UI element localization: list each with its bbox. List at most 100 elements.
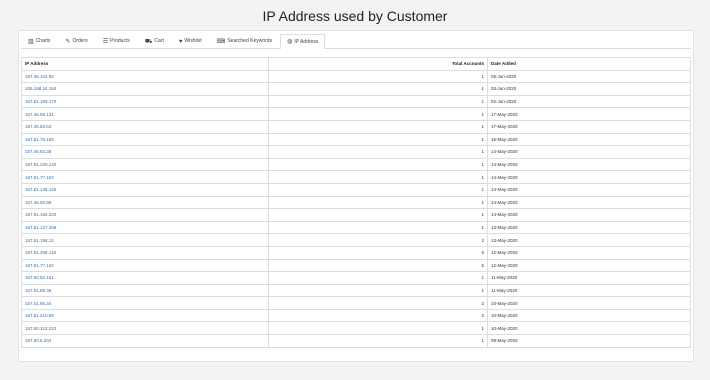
tab-label: Cart xyxy=(154,38,164,44)
total-accounts-cell: 1 xyxy=(268,220,488,235)
date-added-cell: 12-May-2020 xyxy=(487,258,691,273)
total-accounts-cell: 1 xyxy=(268,69,488,84)
ip-cell[interactable]: 157.51.182.220 xyxy=(21,208,269,222)
table-row: 157.51.77.104 1 14-May-2020 xyxy=(21,170,691,184)
ip-cell[interactable]: 157.51.89.36 xyxy=(21,283,269,298)
table-row: 157.46.83.63 1 17-May-2020 xyxy=(21,119,691,134)
keyboard-icon: ⌨ xyxy=(216,38,226,45)
table-row: 157.51.77.122 5 12-May-2020 xyxy=(21,258,691,273)
ip-cell[interactable]: 157.50.6.204 xyxy=(21,334,269,348)
column-header-total-accounts[interactable]: Total Accounts xyxy=(268,57,488,71)
ip-cell[interactable]: 157.51.79.158 xyxy=(21,132,269,147)
total-accounts-cell: 2 xyxy=(268,233,488,247)
table-row: 157.50.52.151 1 11-May-2020 xyxy=(21,271,691,285)
table-row: 157.51.210.99 2 10-May-2020 xyxy=(21,308,691,323)
ip-cell[interactable]: 157.46.102.50 xyxy=(21,69,269,84)
tab-ip-address[interactable]: ◍ IP Address xyxy=(280,34,326,49)
date-added-cell: 11-May-2020 xyxy=(487,271,691,285)
total-accounts-cell: 1 xyxy=(268,170,488,184)
table-row: 157.46.102.50 1 05-Jun-2020 xyxy=(21,69,691,84)
ip-cell[interactable]: 157.51.198.12 xyxy=(21,233,269,247)
total-accounts-cell: 1 xyxy=(268,107,488,121)
table-row: 157.46.55.131 1 17-May-2020 xyxy=(21,107,691,121)
tab-cart[interactable]: ⛟ Cart xyxy=(138,34,171,48)
date-added-cell: 14-May-2020 xyxy=(487,195,691,210)
tab-label: Products xyxy=(110,38,130,44)
date-added-cell: 09-May-2020 xyxy=(487,334,691,348)
tab-searched-keywords[interactable]: ⌨ Searched Keywords xyxy=(210,34,279,48)
tab-products[interactable]: ☰ Products xyxy=(96,34,137,48)
date-added-cell: 14-May-2020 xyxy=(487,182,691,197)
ip-cell[interactable]: 157.51.77.104 xyxy=(21,170,269,184)
ip-cell[interactable]: 106.198.34.164 xyxy=(21,82,269,96)
ip-cell[interactable]: 157.51.220.140 xyxy=(21,157,269,172)
ip-cell[interactable]: 157.51.145.145 xyxy=(21,182,269,197)
column-header-date-added[interactable]: Date Added xyxy=(487,57,691,71)
total-accounts-cell: 2 xyxy=(268,308,488,323)
table-row: 157.51.198.12 2 13-May-2020 xyxy=(21,233,691,247)
total-accounts-cell: 1 xyxy=(268,334,488,348)
total-accounts-cell: 1 xyxy=(268,195,488,210)
total-accounts-cell: 1 xyxy=(268,82,488,96)
date-added-cell: 17-May-2020 xyxy=(487,119,691,134)
ip-cell[interactable]: 157.51.85.34 xyxy=(21,296,269,310)
date-added-cell: 13-May-2020 xyxy=(487,220,691,235)
date-added-cell: 14-May-2020 xyxy=(487,170,691,184)
ip-cell[interactable]: 157.50.52.151 xyxy=(21,271,269,285)
tab-charts[interactable]: ▥ Charts xyxy=(21,34,57,48)
tab-bar: ▥ Charts ✎ Orders ☰ Products ⛟ Cart ♥ Wishlist ⌨ Se… xyxy=(21,34,691,49)
heart-icon: ♥ xyxy=(178,38,183,45)
ip-cell[interactable]: 157.46.83.63 xyxy=(21,119,269,134)
tab-orders[interactable]: ✎ Orders xyxy=(58,34,94,48)
date-added-cell: 05-Jun-2020 xyxy=(487,69,691,84)
tab-wishlist[interactable]: ♥ Wishlist xyxy=(172,34,209,48)
date-added-cell: 14-May-2020 xyxy=(487,208,691,222)
total-accounts-cell: 1 xyxy=(268,119,488,134)
column-header-ip-address[interactable]: IP Address xyxy=(21,57,269,71)
total-accounts-cell: 1 xyxy=(268,321,488,336)
total-accounts-cell: 5 xyxy=(268,258,488,273)
total-accounts-cell: 1 xyxy=(268,271,488,285)
date-added-cell: 13-May-2020 xyxy=(487,233,691,247)
table-row: 157.51.145.145 1 14-May-2020 xyxy=(21,182,691,197)
date-added-cell: 11-May-2020 xyxy=(487,283,691,298)
table-row: 157.46.83.38 1 14-May-2020 xyxy=(21,145,691,159)
ip-cell[interactable]: 157.46.55.95 xyxy=(21,195,269,210)
date-added-cell: 10-May-2020 xyxy=(487,321,691,336)
date-added-cell: 10-May-2020 xyxy=(487,308,691,323)
ip-cell[interactable]: 157.46.83.38 xyxy=(21,145,269,159)
ip-cell[interactable]: 157.51.189.170 xyxy=(21,94,269,109)
tab-label: Charts xyxy=(35,38,51,44)
ip-table-wrapper: IP Address Total Accounts Date Added 157… xyxy=(21,57,691,348)
ip-cell[interactable]: 157.50.113.233 xyxy=(21,321,269,336)
table-row: 157.51.189.170 1 02-Jun-2020 xyxy=(21,94,691,109)
table-row: 157.51.85.34 2 10-May-2020 xyxy=(21,296,691,310)
total-accounts-cell: 2 xyxy=(268,296,488,310)
tab-label: Searched Keywords xyxy=(227,38,273,44)
table-row: 157.51.220.140 1 14-May-2020 xyxy=(21,157,691,172)
list-icon: ☰ xyxy=(102,38,109,45)
table-row: 157.50.113.233 1 10-May-2020 xyxy=(21,321,691,336)
customer-panel: ▥ Charts ✎ Orders ☰ Products ⛟ Cart ♥ Wishlist ⌨ Se… xyxy=(18,30,694,362)
total-accounts-cell: 1 xyxy=(268,157,488,172)
table-row: 157.46.55.95 1 14-May-2020 xyxy=(21,195,691,210)
ip-cell[interactable]: 157.51.210.99 xyxy=(21,308,269,323)
total-accounts-cell: 1 xyxy=(268,182,488,197)
table-row: 106.198.34.164 1 03-Jun-2020 xyxy=(21,82,691,96)
ip-cell[interactable]: 157.51.258.118 xyxy=(21,245,269,260)
table-header-row: IP Address Total Accounts Date Added xyxy=(21,57,691,71)
ip-cell[interactable]: 157.51.127.206 xyxy=(21,220,269,235)
total-accounts-cell: 1 xyxy=(268,283,488,298)
date-added-cell: 02-Jun-2020 xyxy=(487,94,691,109)
edit-icon: ✎ xyxy=(65,38,71,45)
ip-cell[interactable]: 157.46.55.131 xyxy=(21,107,269,121)
ip-cell[interactable]: 157.51.77.122 xyxy=(21,258,269,273)
globe-icon: ◍ xyxy=(287,39,293,45)
date-added-cell: 12-May-2020 xyxy=(487,245,691,260)
tab-label: Orders xyxy=(72,38,88,44)
date-added-cell: 03-Jun-2020 xyxy=(487,82,691,96)
cart-icon: ⛟ xyxy=(144,38,153,45)
date-added-cell: 17-May-2020 xyxy=(487,107,691,121)
date-added-cell: 14-May-2020 xyxy=(487,145,691,159)
bar-chart-icon: ▥ xyxy=(28,38,34,45)
